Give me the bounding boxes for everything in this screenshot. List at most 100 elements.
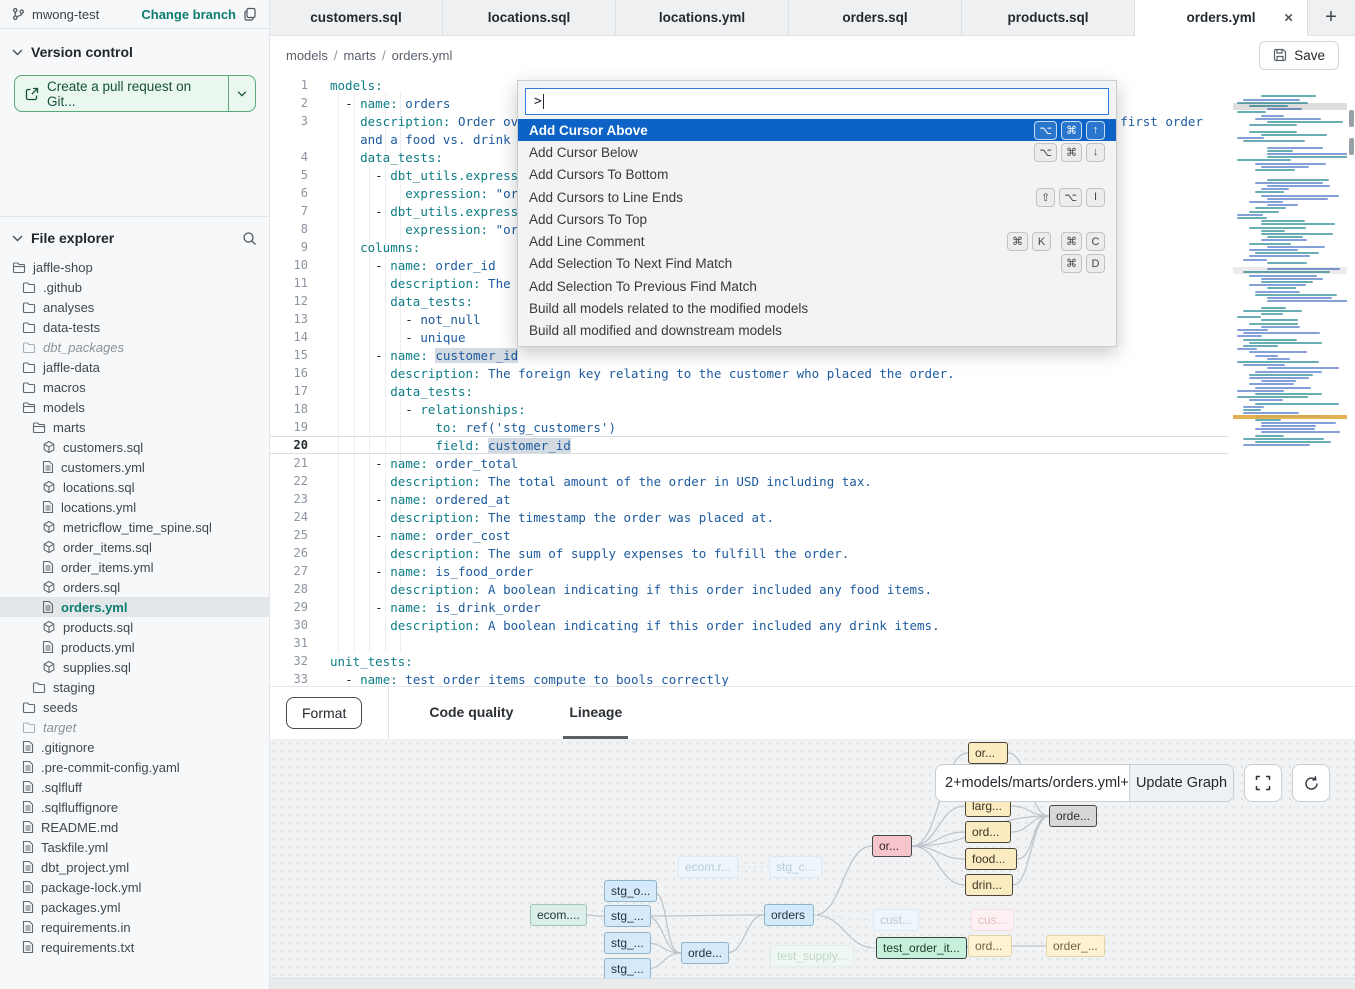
lineage-node-orders[interactable]: orders [764,904,814,926]
lineage-node-ord-l[interactable]: ord... [968,935,1012,957]
lineage-node-stg-o[interactable]: stg_o... [604,880,657,902]
file-tree-item-orders-yml[interactable]: orders.yml [0,597,269,617]
code-line-30[interactable]: 30 description: A boolean indicating if … [270,616,1228,634]
palette-item-add-cursors-to-line-ends[interactable]: Add Cursors to Line Ends⇧⌥I [518,186,1116,208]
lineage-node-stg-1[interactable]: stg_... [604,905,651,927]
lineage-node-stg-2[interactable]: stg_... [604,932,651,954]
file-tree-item-customers-yml[interactable]: customers.yml [0,457,269,477]
lineage-canvas[interactable]: ecom....stg_o...stg_...stg_...stg_...ord… [270,739,1355,978]
file-tree-item-taskfile-yml[interactable]: Taskfile.yml [0,837,269,857]
file-tree-item-target[interactable]: target [0,717,269,737]
file-tree-item-data-tests[interactable]: data-tests [0,317,269,337]
bottom-tab-lineage[interactable]: Lineage [563,687,628,739]
file-tree-item-dbt-project-yml[interactable]: dbt_project.yml [0,857,269,877]
file-tree-item--sqlfluff[interactable]: .sqlfluff [0,777,269,797]
code-line-20[interactable]: 20 field: customer_id [270,436,1228,454]
lineage-node-test-supply[interactable]: test_supply... [770,945,854,967]
file-tree-item-customers-sql[interactable]: customers.sql [0,437,269,457]
code-line-23[interactable]: 23 - name: ordered_at [270,490,1228,508]
file-tree-item--pre-commit-config-yaml[interactable]: .pre-commit-config.yaml [0,757,269,777]
lineage-node-drin[interactable]: drin... [965,874,1013,896]
code-line-26[interactable]: 26 description: The sum of supply expens… [270,544,1228,562]
lineage-horizontal-scrollbar[interactable] [270,978,1355,989]
tab-customers-sql[interactable]: customers.sql [270,0,443,35]
code-line-29[interactable]: 29 - name: is_drink_order [270,598,1228,616]
close-tab-icon[interactable]: × [1284,10,1293,25]
code-line-17[interactable]: 17 data_tests: [270,382,1228,400]
file-tree-item-jaffle-shop[interactable]: jaffle-shop [0,257,269,277]
code-line-19[interactable]: 19 to: ref('stg_customers') [270,418,1228,436]
file-tree-item-products-sql[interactable]: products.sql [0,617,269,637]
chevron-down-icon[interactable] [12,229,23,247]
breadcrumb-part[interactable]: models [286,48,328,63]
code-line-21[interactable]: 21 - name: order_total [270,454,1228,472]
tab-orders-sql[interactable]: orders.sql [789,0,962,35]
lineage-node-or-top[interactable]: or... [968,742,1008,764]
chevron-down-icon[interactable] [12,43,23,61]
file-tree-item-products-yml[interactable]: products.yml [0,637,269,657]
palette-item-build-all-models-related-to-the-modified-models[interactable]: Build all models related to the modified… [518,297,1116,319]
palette-item-add-cursor-above[interactable]: Add Cursor Above⌥⌘↑ [518,119,1116,141]
code-line-28[interactable]: 28 description: A boolean indicating if … [270,580,1228,598]
file-tree-item-requirements-txt[interactable]: requirements.txt [0,937,269,957]
palette-item-add-selection-to-next-find-match[interactable]: Add Selection To Next Find Match⌘D [518,253,1116,275]
file-tree-item-readme-md[interactable]: README.md [0,817,269,837]
palette-item-add-cursor-below[interactable]: Add Cursor Below⌥⌘↓ [518,141,1116,163]
code-line-33[interactable]: 33 - name: test_order_items_compute_to_b… [270,670,1228,686]
lineage-node-stg-c[interactable]: stg_c... [769,856,822,878]
minimap[interactable] [1233,87,1347,455]
lineage-node-test-order[interactable]: test_order_it... [876,937,967,959]
file-tree-item-package-lock-yml[interactable]: package-lock.yml [0,877,269,897]
file-tree-item-dbt-packages[interactable]: dbt_packages [0,337,269,357]
lineage-filter-input[interactable]: 2+models/marts/orders.yml+ [936,765,1129,801]
pr-dropdown-caret[interactable] [228,76,255,111]
lineage-node-cus-f[interactable]: cus... [971,909,1014,931]
code-line-18[interactable]: 18 - relationships: [270,400,1228,418]
code-line-16[interactable]: 16 description: The foreign key relating… [270,364,1228,382]
search-icon[interactable] [242,231,257,246]
file-tree-item-locations-sql[interactable]: locations.sql [0,477,269,497]
breadcrumb-part[interactable]: orders.yml [392,48,453,63]
code-line-24[interactable]: 24 description: The timestamp the order … [270,508,1228,526]
file-tree-item-analyses[interactable]: analyses [0,297,269,317]
file-tree-item-locations-yml[interactable]: locations.yml [0,497,269,517]
tab-orders-yml[interactable]: orders.yml× [1135,0,1308,36]
palette-item-build-all-modified-and-downstream-models[interactable]: Build all modified and downstream models [518,320,1116,342]
file-tree-item-staging[interactable]: staging [0,677,269,697]
lineage-node-cust-f[interactable]: cust... [873,909,919,931]
code-line-31[interactable]: 31 [270,634,1228,652]
file-tree-item-marts[interactable]: marts [0,417,269,437]
fullscreen-button[interactable] [1244,764,1282,802]
format-button[interactable]: Format [286,697,362,729]
palette-item-add-selection-to-previous-find-match[interactable]: Add Selection To Previous Find Match [518,275,1116,297]
file-tree-item--gitignore[interactable]: .gitignore [0,737,269,757]
refresh-button[interactable] [1292,764,1330,802]
file-tree-item-supplies-sql[interactable]: supplies.sql [0,657,269,677]
palette-item-add-cursors-to-bottom[interactable]: Add Cursors To Bottom [518,164,1116,186]
palette-item-add-cursors-to-top[interactable]: Add Cursors To Top [518,208,1116,230]
code-line-15[interactable]: 15 - name: customer_id [270,346,1228,364]
file-tree-item-order-items-sql[interactable]: order_items.sql [0,537,269,557]
code-line-25[interactable]: 25 - name: order_cost [270,526,1228,544]
file-tree-item-packages-yml[interactable]: packages.yml [0,897,269,917]
lineage-node-orde-g[interactable]: orde... [1049,805,1097,827]
lineage-node-orde-b[interactable]: orde... [681,942,729,964]
breadcrumb-part[interactable]: marts [344,48,377,63]
new-tab-button[interactable]: + [1308,0,1354,35]
lineage-node-ecom-r[interactable]: ecom.r... [678,856,738,878]
file-tree-item-orders-sql[interactable]: orders.sql [0,577,269,597]
lineage-node-ord-y[interactable]: ord... [965,821,1011,843]
file-tree-item-jaffle-data[interactable]: jaffle-data [0,357,269,377]
tab-locations-sql[interactable]: locations.sql [443,0,616,35]
file-tree-item--sqlfluffignore[interactable]: .sqlfluffignore [0,797,269,817]
lineage-node-stg-3[interactable]: stg_... [604,958,651,978]
tab-locations-yml[interactable]: locations.yml [616,0,789,35]
palette-item-add-line-comment[interactable]: Add Line Comment⌘K⌘C [518,230,1116,252]
change-branch-link[interactable]: Change branch [141,7,236,22]
lineage-node-or-pink[interactable]: or... [872,835,912,857]
code-line-27[interactable]: 27 - name: is_food_order [270,562,1228,580]
code-line-32[interactable]: 32unit_tests: [270,652,1228,670]
update-graph-button[interactable]: Update Graph [1129,765,1233,801]
file-tree-item-metricflow-time-spine-sql[interactable]: metricflow_time_spine.sql [0,517,269,537]
file-tree-item-macros[interactable]: macros [0,377,269,397]
